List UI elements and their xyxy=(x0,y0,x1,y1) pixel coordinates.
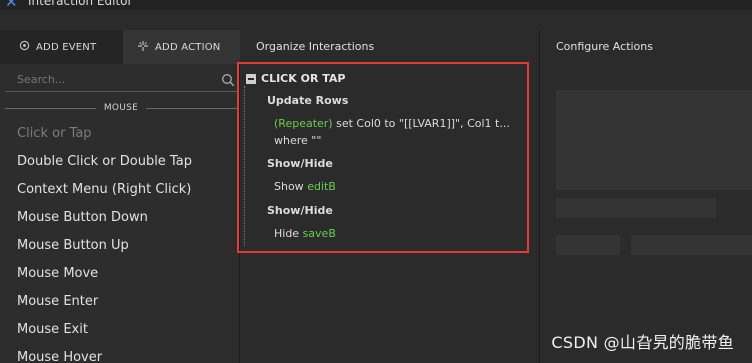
action-title-update-rows[interactable]: Update Rows xyxy=(267,94,348,107)
title-bar: ✕ Interaction Editor xyxy=(0,0,752,10)
repeater-target: (Repeater) xyxy=(274,117,333,130)
top-strip xyxy=(0,10,752,30)
event-item-mouse-button-down[interactable]: Mouse Button Down xyxy=(0,204,240,232)
organize-panel: Organize Interactions CLICK OR TAP Updat… xyxy=(237,30,540,363)
app-logo-icon: ✕ xyxy=(5,0,18,10)
event-item-mouse-move[interactable]: Mouse Move xyxy=(0,260,240,288)
action-detail-update-rows[interactable]: (Repeater) set Col0 to "[[LVAR1]]", Col1… xyxy=(274,117,510,130)
hide-verb: Hide xyxy=(274,227,300,240)
add-action-icon xyxy=(137,40,149,55)
section-label: MOUSE xyxy=(103,103,139,113)
saveb-target: saveB xyxy=(302,227,336,240)
event-list: Click or Tap Double Click or Double Tap … xyxy=(0,120,240,363)
trigger-click-or-tap[interactable]: CLICK OR TAP xyxy=(246,72,345,85)
event-item-mouse-hover[interactable]: Mouse Hover xyxy=(0,344,240,363)
configure-placeholder-area xyxy=(556,90,752,190)
tree-guide-line xyxy=(244,86,245,246)
search-icon[interactable] xyxy=(221,72,235,87)
watermark: CSDN @山旮旯的脆带鱼 xyxy=(551,333,734,352)
event-item-context-menu[interactable]: Context Menu (Right Click) xyxy=(0,176,240,204)
event-panel: ADD EVENT ADD ACTION MOUSE Click or Tap … xyxy=(0,30,240,363)
tab-add-action[interactable]: ADD ACTION xyxy=(123,30,240,64)
mouse-section-header: MOUSE xyxy=(5,100,237,116)
divider xyxy=(5,107,96,109)
action-detail-where[interactable]: where "" xyxy=(274,134,321,147)
action-title-show-hide[interactable]: Show/Hide xyxy=(267,157,333,170)
tab-add-action-label: ADD ACTION xyxy=(155,41,221,53)
action-detail-show-editb[interactable]: Show editB xyxy=(274,180,336,193)
tab-add-event[interactable]: ADD EVENT xyxy=(0,30,123,64)
event-item-click-or-tap[interactable]: Click or Tap xyxy=(0,120,240,148)
trigger-label: CLICK OR TAP xyxy=(261,72,346,85)
tab-add-event-label: ADD EVENT xyxy=(36,41,97,53)
configure-placeholder-field xyxy=(556,198,716,218)
window-title: Interaction Editor xyxy=(28,0,133,8)
event-item-mouse-exit[interactable]: Mouse Exit xyxy=(0,316,240,344)
action-title-show-hide-2[interactable]: Show/Hide xyxy=(267,204,333,217)
show-verb: Show xyxy=(274,180,304,193)
event-item-mouse-button-up[interactable]: Mouse Button Up xyxy=(0,232,240,260)
update-rows-text: set Col0 to "[[LVAR1]]", Col1 t... xyxy=(336,117,510,130)
event-item-double-click[interactable]: Double Click or Double Tap xyxy=(0,148,240,176)
search-input[interactable] xyxy=(5,68,205,91)
add-event-icon xyxy=(19,40,30,54)
tab-bar: ADD EVENT ADD ACTION xyxy=(0,30,240,64)
configure-panel: Configure Actions xyxy=(541,30,752,363)
event-item-mouse-enter[interactable]: Mouse Enter xyxy=(0,288,240,316)
configure-header: Configure Actions xyxy=(556,40,653,53)
action-detail-hide-saveb[interactable]: Hide saveB xyxy=(274,227,336,240)
event-search xyxy=(5,68,237,92)
configure-placeholder-button xyxy=(556,235,620,255)
editb-target: editB xyxy=(307,180,336,193)
divider xyxy=(146,107,237,109)
configure-placeholder-select xyxy=(631,235,752,255)
interaction-highlight-box: CLICK OR TAP Update Rows (Repeater) set … xyxy=(237,62,529,253)
collapse-icon[interactable] xyxy=(246,73,256,84)
organize-header: Organize Interactions xyxy=(256,40,375,53)
